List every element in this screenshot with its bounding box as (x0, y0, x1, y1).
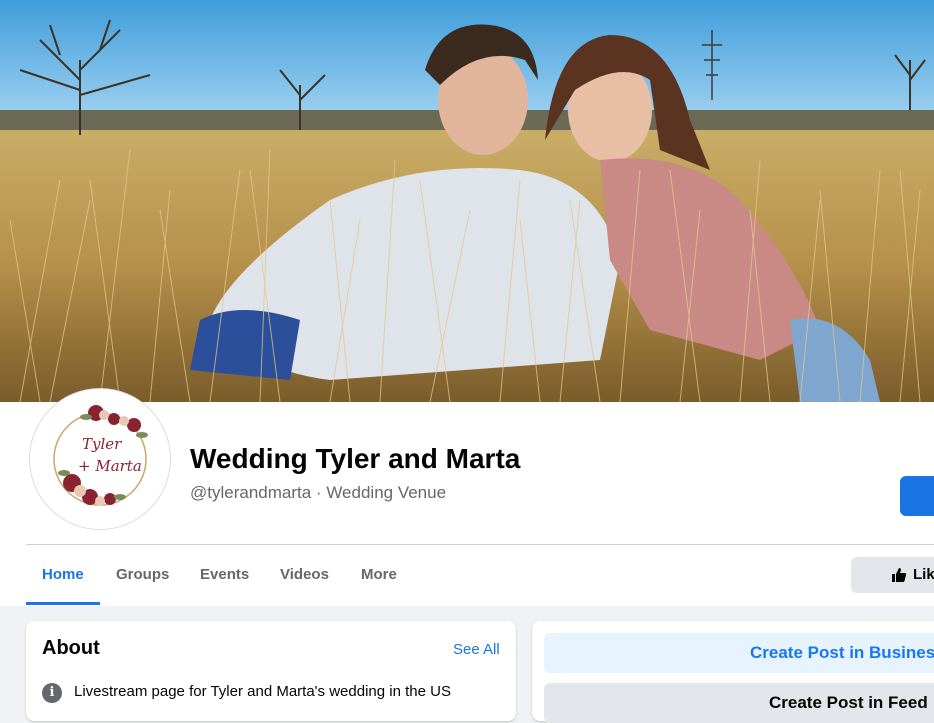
about-description: Livestream page for Tyler and Marta's we… (74, 683, 451, 700)
subtitle-separator: · (311, 483, 327, 502)
svg-text:+ Marta: + Marta (78, 457, 142, 475)
tab-events[interactable]: Events (200, 545, 249, 605)
profile-picture[interactable]: Tyler + Marta (30, 389, 170, 529)
wreath-logo-icon: Tyler + Marta (34, 393, 166, 525)
tab-more[interactable]: More (361, 545, 397, 639)
svg-text:Tyler: Tyler (82, 435, 122, 453)
like-button-label: Lik (913, 566, 934, 583)
tab-home[interactable]: Home (42, 545, 84, 605)
create-post-feed-label: Create Post in Feed (769, 693, 928, 712)
create-post-card: Create Post in Business Create Post in F… (532, 621, 934, 723)
page-handle: @tylerandmarta (190, 483, 312, 502)
cover-photo[interactable] (0, 0, 934, 402)
see-all-link[interactable]: See All (453, 641, 500, 658)
create-post-business-button[interactable]: Create Post in Business (544, 633, 934, 673)
about-title: About (42, 637, 100, 659)
info-icon: i (42, 683, 62, 703)
about-card: About See All i Livestream page for Tyle… (26, 621, 516, 721)
page-category: Wedding Venue (326, 483, 447, 502)
like-button[interactable]: Lik (851, 557, 934, 593)
cover-image (0, 0, 934, 402)
create-post-feed-button[interactable]: Create Post in Feed (544, 683, 934, 723)
tab-groups[interactable]: Groups (116, 545, 169, 605)
thumbs-up-icon (892, 568, 907, 582)
page-subtitle: @tylerandmarta · Wedding Venue (190, 483, 446, 503)
active-tab-indicator (26, 602, 100, 605)
tab-videos[interactable]: Videos (280, 545, 329, 605)
primary-action-button[interactable] (900, 476, 934, 516)
page-title: Wedding Tyler and Marta (190, 443, 521, 474)
create-post-business-label: Create Post in Business (750, 643, 934, 662)
tab-more-label: More (361, 566, 397, 583)
